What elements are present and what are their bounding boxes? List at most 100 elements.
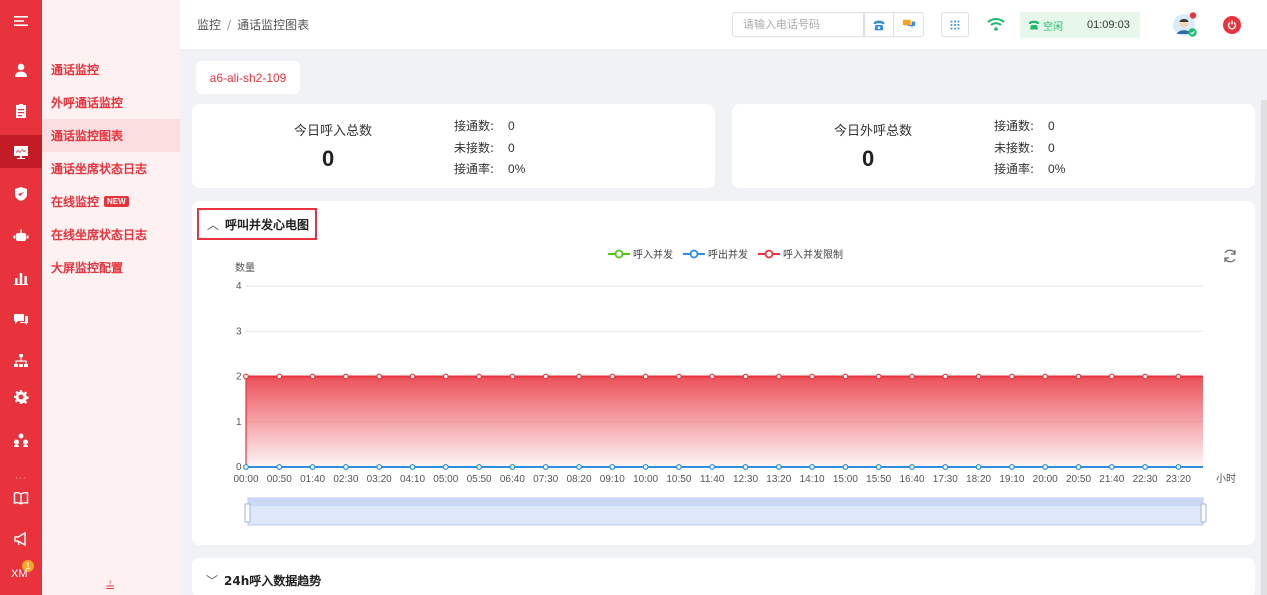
- data-point: [942, 464, 949, 470]
- robot-icon[interactable]: [0, 219, 42, 252]
- agent-status[interactable]: 空闲 01:09:03: [1020, 12, 1140, 38]
- chat-icon[interactable]: [0, 302, 42, 335]
- x-tick-label: 16:40: [899, 474, 924, 485]
- concurrency-chart: 0 1 2 3 4 数量小时 00:00 00:50 01:40 02:30 03:20 04:10 0…: [233, 261, 1236, 526]
- trend-section-card: ﹀ 24h呼入数据趋势: [192, 558, 1255, 595]
- submenu-item-outbound-monitor[interactable]: 外呼通话监控: [42, 86, 180, 119]
- x-axis-label: 小时: [1216, 473, 1236, 485]
- outbound-rate: 接通率: 0%: [994, 162, 1066, 176]
- brand-text[interactable]: XM: [11, 568, 28, 580]
- data-point: [376, 464, 383, 470]
- trend-section-header[interactable]: ﹀ 24h呼入数据趋势: [206, 572, 321, 589]
- dial-button[interactable]: [864, 12, 894, 37]
- message-button[interactable]: [894, 12, 924, 37]
- x-tick-label: 05:00: [433, 474, 458, 485]
- data-point: [809, 464, 815, 470]
- x-tick-label: 07:30: [533, 474, 558, 485]
- bar-chart-icon[interactable]: [0, 261, 42, 294]
- submenu-item-monitor-chart[interactable]: 通话监控图表: [42, 119, 180, 152]
- announcement-icon[interactable]: [0, 522, 42, 555]
- data-point: [576, 373, 582, 380]
- clipboard-icon[interactable]: [0, 94, 42, 127]
- data-point: [676, 464, 682, 470]
- submenu-item-screen-config[interactable]: 大屏监控配置: [42, 251, 180, 284]
- data-point: [276, 464, 283, 470]
- data-point: [775, 464, 782, 470]
- outbound-total-value: 0: [862, 146, 875, 171]
- submenu: 通话监控 外呼通话监控 通话监控图表 通话坐席状态日志 在线监控 NEW 在线坐席…: [42, 0, 180, 595]
- zoom-handle-right: [1200, 503, 1207, 523]
- submenu-item-online-monitor[interactable]: 在线监控 NEW: [42, 185, 180, 218]
- book-icon[interactable]: [0, 481, 42, 514]
- x-tick-label: 21:40: [1099, 474, 1124, 485]
- x-tick-label: 23:20: [1166, 474, 1191, 485]
- y-tick-label: 3: [236, 326, 242, 337]
- x-tick-label: 20:50: [1066, 474, 1091, 485]
- data-point: [342, 373, 349, 380]
- data-point: [409, 464, 416, 470]
- inbound-stats-card: 今日呼入总数 0 接通数: 0 未接数: 0 接通率: 0%: [192, 104, 715, 188]
- submenu-item-agent-status-log[interactable]: 通话坐席状态日志: [42, 152, 180, 185]
- data-point: [442, 464, 449, 470]
- data-point: [842, 464, 849, 470]
- server-tag[interactable]: a6-ali-sh2-109: [196, 61, 300, 94]
- data-point: [1175, 464, 1182, 470]
- x-tick-label: 15:50: [866, 474, 891, 485]
- breadcrumb: 监控 / 通话监控图表: [197, 16, 309, 33]
- x-tick-label: 08:20: [566, 474, 591, 485]
- zoom-slider-top: [248, 498, 1203, 506]
- message-icon: [902, 19, 915, 28]
- data-point: [842, 373, 849, 380]
- breadcrumb-item-monitor[interactable]: 监控: [197, 18, 221, 32]
- keypad-button[interactable]: [941, 12, 969, 37]
- data-point: [1075, 464, 1082, 470]
- team-icon[interactable]: [0, 423, 42, 456]
- chart-section-title: 呼叫并发心电图: [225, 217, 310, 232]
- x-tick-label: 11:40: [700, 474, 725, 485]
- menu-toggle-icon[interactable]: [0, 4, 42, 37]
- data-point: [942, 373, 949, 380]
- wifi-icon: [987, 16, 1005, 35]
- monitor-icon[interactable]: [0, 135, 42, 168]
- data-point: [476, 373, 483, 380]
- data-point: [909, 464, 915, 470]
- power-icon: [1227, 20, 1237, 30]
- inbound-rate: 接通率: 0%: [454, 162, 526, 176]
- new-tag: NEW: [104, 196, 129, 207]
- outbound-stats-card: 今日外呼总数 0 接通数: 0 未接数: 0 接通率: 0%: [732, 104, 1255, 188]
- user-icon[interactable]: [0, 53, 42, 86]
- data-point: [809, 373, 815, 380]
- data-point: [542, 373, 549, 380]
- phone-status-icon: [1029, 20, 1039, 30]
- y-tick-label: 0: [236, 462, 242, 473]
- top-bar: 监控 / 通话监控图表 空闲 01:09:03: [180, 0, 1267, 49]
- page-scrollbar[interactable]: [1261, 100, 1267, 595]
- icon-rail: ··· 1 XM: [0, 0, 42, 595]
- submenu-item-online-agent-log[interactable]: 在线坐席状态日志: [42, 218, 180, 251]
- data-point: [975, 464, 982, 470]
- collapse-icon[interactable]: ≟: [105, 580, 115, 594]
- gear-icon[interactable]: [0, 380, 42, 413]
- x-tick-label: 20:00: [1033, 474, 1058, 485]
- data-point: [875, 464, 882, 470]
- power-button[interactable]: [1223, 16, 1241, 34]
- data-point: [509, 464, 516, 470]
- data-point: [376, 373, 383, 380]
- x-tick-label: 17:30: [933, 474, 958, 485]
- inbound-connected: 接通数: 0: [454, 119, 515, 133]
- trend-section-title: 24h呼入数据趋势: [224, 574, 322, 588]
- data-point: [342, 464, 349, 470]
- submenu-item-call-monitor[interactable]: 通话监控: [42, 53, 180, 86]
- x-tick-label: 10:00: [633, 474, 658, 485]
- avatar[interactable]: [1172, 12, 1198, 38]
- shield-icon[interactable]: [0, 177, 42, 210]
- data-point: [609, 373, 616, 380]
- breadcrumb-item-current: 通话监控图表: [237, 18, 310, 32]
- data-point: [609, 464, 616, 470]
- data-point: [909, 373, 915, 380]
- org-tree-icon[interactable]: [0, 344, 42, 377]
- phone-number-input[interactable]: [732, 12, 864, 37]
- chart-section-header[interactable]: ︿ 呼叫并发心电图: [197, 208, 317, 240]
- limit-area: [246, 376, 1203, 467]
- y-tick-label: 4: [236, 281, 242, 292]
